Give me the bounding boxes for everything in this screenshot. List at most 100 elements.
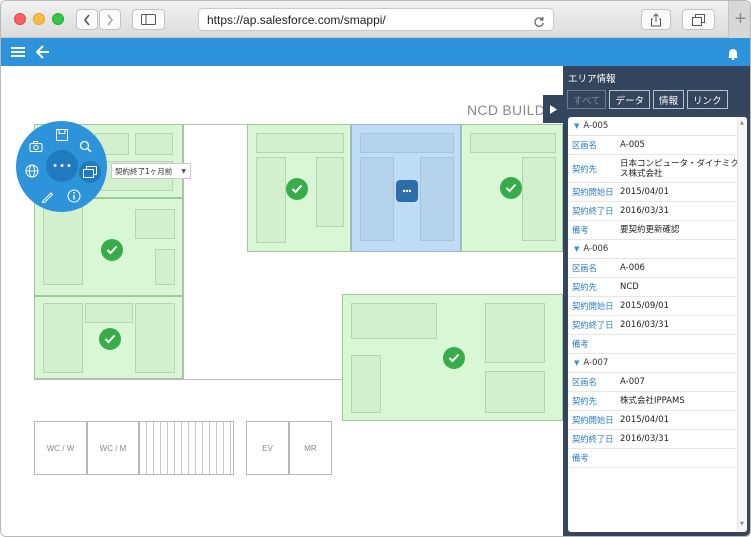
row-key: 契約終了日 [572, 320, 614, 330]
radial-tool-menu[interactable]: • • • [16, 121, 107, 212]
status-ok-icon [443, 347, 465, 369]
hamburger-menu-icon[interactable] [11, 44, 25, 63]
row-value: NCD [620, 282, 639, 292]
row-key: 区画名 [572, 377, 597, 387]
radial-menu-center[interactable]: • • • [46, 150, 78, 182]
play-triangle-icon [549, 104, 557, 114]
address-bar[interactable]: https://ap.salesforce.com/smappi/ [198, 8, 554, 31]
tab-all[interactable]: すべて [567, 90, 607, 109]
scroll-down-icon[interactable]: ▼ [740, 521, 744, 527]
row-key: 契約開始日 [572, 301, 614, 311]
url-text: https://ap.salesforce.com/smappi/ [207, 13, 386, 27]
row-key: 契約先 [572, 282, 597, 292]
caret-down-icon: ▼ [181, 168, 186, 175]
row-value: 株式会社IPPAMS [620, 396, 685, 406]
room[interactable] [461, 124, 563, 252]
tab-info[interactable]: 情報 [652, 90, 684, 109]
info-row: 備考 要契約更新確認 [568, 221, 747, 240]
status-ok-icon [101, 239, 123, 261]
row-key: 契約先 [572, 396, 597, 406]
room[interactable] [34, 296, 183, 379]
fixture-wc-women: WC / W [34, 421, 87, 475]
floor-map[interactable]: NCD BUILD WC / W WC / M EV MR • • • 契約終了… [1, 66, 563, 536]
row-value: 要契約更新確認 [620, 225, 680, 235]
row-key: 区画名 [572, 263, 597, 273]
area-section-header[interactable]: ▼ A-005 [568, 117, 747, 136]
panel-tabs: すべて データ 情報 リンク [567, 90, 728, 109]
room[interactable] [247, 124, 351, 252]
area-id: A-006 [583, 244, 609, 254]
info-row: 区画名 A-005 [568, 136, 747, 155]
camera-icon[interactable] [28, 138, 44, 154]
info-row: 契約終了日 2016/03/31 [568, 316, 747, 335]
minimize-window-button[interactable] [33, 13, 45, 25]
zoom-window-button[interactable] [52, 13, 64, 25]
reload-icon[interactable] [533, 13, 545, 32]
new-tab-button[interactable]: + [728, 1, 750, 38]
info-row: 契約開始日 2015/09/01 [568, 297, 747, 316]
tabs-overview-button[interactable] [682, 9, 715, 30]
bell-icon[interactable] [727, 45, 739, 64]
row-key: 備考 [572, 339, 589, 349]
list-scrollbar[interactable]: ▲ ▼ [737, 117, 747, 532]
tab-link[interactable]: リンク [687, 90, 728, 109]
save-icon[interactable] [54, 127, 70, 143]
info-icon[interactable] [66, 188, 82, 204]
comment-icon[interactable] [396, 180, 418, 202]
layers-icon[interactable] [79, 161, 101, 183]
area-info-panel: エリア情報 すべて データ 情報 リンク ▼ A-005 区画名 A-005 契約… [563, 66, 750, 536]
forward-button[interactable] [99, 9, 121, 30]
filter-select-value: 契約終了1ヶ月前 [115, 166, 173, 176]
sidebar-toggle-button[interactable] [132, 9, 165, 30]
search-icon[interactable] [77, 138, 93, 154]
row-key: 区画名 [572, 140, 597, 150]
info-row: 契約先 株式会社IPPAMS [568, 392, 747, 411]
row-value: 2015/09/01 [620, 301, 669, 311]
fixture-elevator: EV [246, 421, 289, 475]
pen-icon[interactable] [39, 188, 55, 204]
back-button[interactable] [76, 9, 98, 30]
room[interactable] [342, 294, 563, 421]
fixture-wc-men: WC / M [87, 421, 139, 475]
area-id: A-007 [583, 358, 609, 368]
globe-icon[interactable] [24, 163, 40, 179]
row-value: 2015/04/01 [620, 415, 669, 425]
row-value: A-007 [620, 377, 645, 387]
panel-title: エリア情報 [568, 74, 616, 85]
row-value: 2016/03/31 [620, 320, 669, 330]
row-value: 2015/04/01 [620, 187, 669, 197]
scroll-up-icon[interactable]: ▲ [740, 120, 744, 126]
row-key: 備考 [572, 453, 589, 463]
chevron-left-icon [83, 14, 90, 25]
close-window-button[interactable] [14, 13, 26, 25]
browser-window: https://ap.salesforce.com/smappi/ + NCD … [0, 0, 751, 537]
area-list[interactable]: ▼ A-005 区画名 A-005 契約先 日本コンピュータ・ダイナミクス株式会社 … [568, 117, 747, 532]
room-selected[interactable] [351, 124, 461, 252]
row-value: 2016/03/31 [620, 434, 669, 444]
share-button[interactable] [641, 9, 671, 30]
fixture-machine-room: MR [289, 421, 332, 475]
contract-filter-select[interactable]: 契約終了1ヶ月前 ▼ [111, 163, 191, 179]
row-key: 契約終了日 [572, 434, 614, 444]
tab-data[interactable]: データ [609, 90, 650, 109]
row-value: 日本コンピュータ・ダイナミクス株式会社 [620, 158, 739, 179]
row-key: 契約開始日 [572, 415, 614, 425]
triangle-down-icon: ▼ [574, 359, 580, 367]
row-value [620, 456, 747, 460]
area-section-header[interactable]: ▼ A-006 [568, 240, 747, 259]
info-row: 区画名 A-006 [568, 259, 747, 278]
room[interactable] [34, 198, 183, 296]
status-ok-icon [500, 177, 522, 199]
info-row: 契約終了日 2016/03/31 [568, 202, 747, 221]
back-arrow-icon[interactable] [35, 44, 50, 63]
panel-collapse-button[interactable] [543, 95, 563, 123]
row-value: A-006 [620, 263, 645, 273]
chevron-right-icon [107, 14, 114, 25]
row-key: 備考 [572, 225, 589, 235]
info-row: 契約先 日本コンピュータ・ダイナミクス株式会社 [568, 155, 747, 183]
wall [34, 379, 342, 380]
row-value: 2016/03/31 [620, 206, 669, 216]
building-label: NCD BUILD [467, 102, 546, 118]
area-section-header[interactable]: ▼ A-007 [568, 354, 747, 373]
sidebar-icon [141, 14, 156, 25]
